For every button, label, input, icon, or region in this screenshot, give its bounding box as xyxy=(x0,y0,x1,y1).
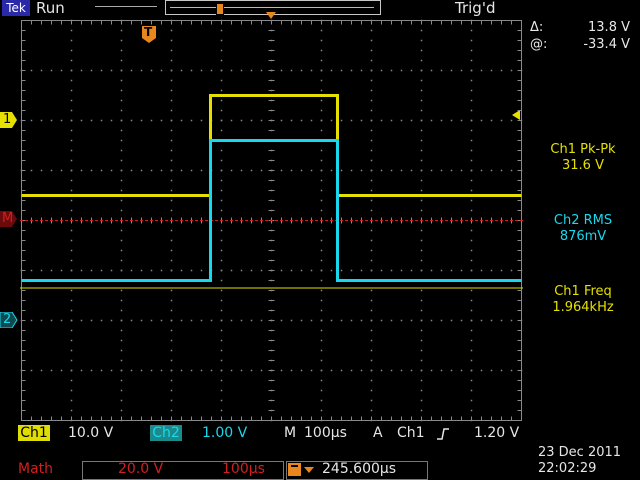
math-timebase: 100µs xyxy=(222,461,265,477)
date-display: 23 Dec 2011 xyxy=(538,445,622,460)
math-marker-label: M xyxy=(2,211,14,226)
ch2-label[interactable]: Ch2 xyxy=(150,425,182,441)
math-label[interactable]: Math xyxy=(18,461,53,477)
measurement-3-value: 1.964kHz xyxy=(552,300,614,315)
cursor-delta-value: 13.8 V xyxy=(588,20,630,35)
measurement-2-value: 876mV xyxy=(559,229,607,244)
ch1-label[interactable]: Ch1 xyxy=(18,425,50,441)
trigger-source[interactable]: Ch1 xyxy=(397,425,425,441)
trigger-position-arrow-icon xyxy=(288,463,314,476)
measurement-1-label: Ch1 Pk-Pk xyxy=(550,142,616,157)
trigger-marker-label: T xyxy=(144,25,153,39)
trigger-position[interactable]: 245.600µs xyxy=(322,461,396,477)
acquisition-state: Run xyxy=(36,0,65,17)
brand-logo: Tek xyxy=(2,0,30,16)
cursor-at-value: -33.4 V xyxy=(583,37,630,52)
ch2-marker-label: 2 xyxy=(3,312,12,327)
cursor-delta-label: Δ: xyxy=(530,20,544,35)
record-view-track xyxy=(170,7,374,8)
ch2-scale: 1.00 V xyxy=(202,425,248,441)
rising-edge-icon xyxy=(437,428,449,440)
ch1-marker-label: 1 xyxy=(3,112,12,127)
measurement-3-label: Ch1 Freq xyxy=(554,284,612,299)
measurement-2-label: Ch2 RMS xyxy=(553,213,613,228)
trigger-mode: A xyxy=(373,425,383,441)
math-scale: 20.0 V xyxy=(118,461,164,477)
trigger-state: Trig'd xyxy=(455,0,496,17)
ch1-scale: 10.0 V xyxy=(68,425,114,441)
record-position-marker[interactable] xyxy=(216,3,224,15)
measurement-1-value: 31.6 V xyxy=(562,158,604,173)
time-display: 22:02:29 xyxy=(538,461,597,476)
graticule xyxy=(20,19,523,422)
record-view-line xyxy=(95,6,157,7)
cursor-at-label: @: xyxy=(530,37,548,52)
trigger-level[interactable]: 1.20 V xyxy=(474,425,519,441)
timebase-label: M xyxy=(284,425,297,441)
timebase-value[interactable]: 100µs xyxy=(304,425,347,441)
